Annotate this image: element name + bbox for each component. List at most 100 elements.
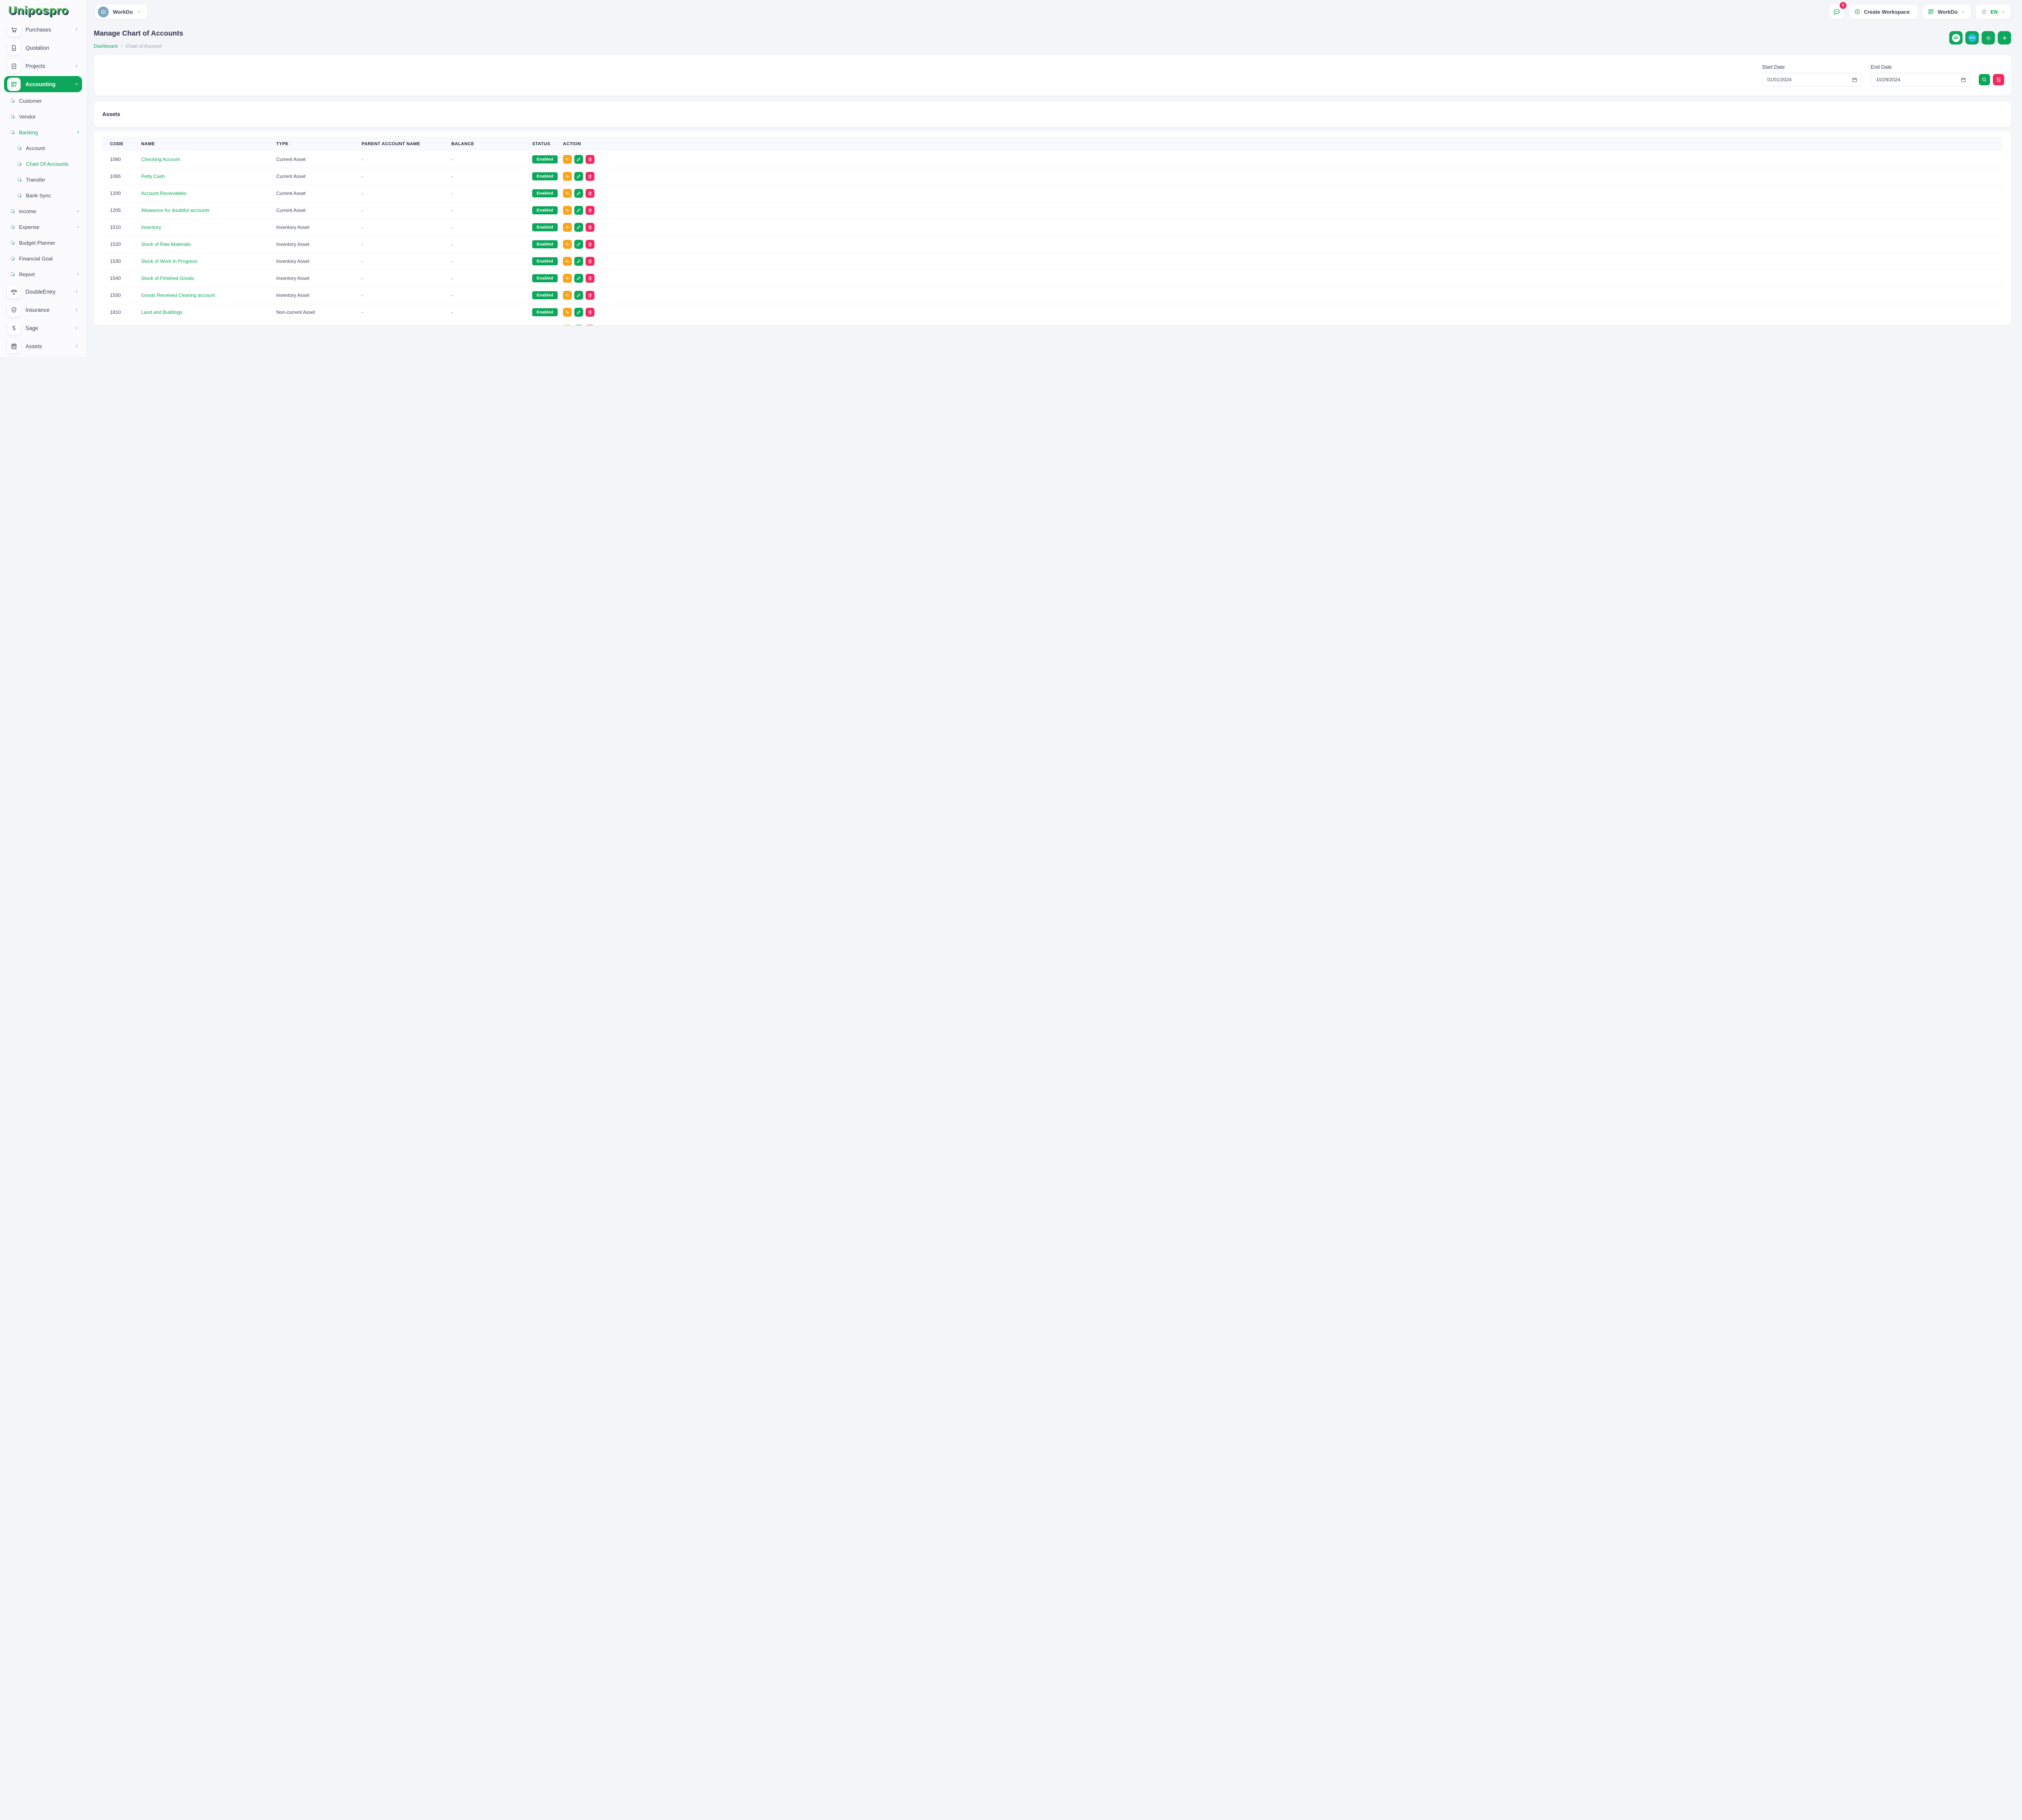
status-badge[interactable]: Enabled (532, 206, 558, 214)
status-badge[interactable]: Enabled (532, 155, 558, 163)
quickbooks-button[interactable]: qb (1949, 31, 1963, 44)
status-badge[interactable]: Enabled (532, 240, 558, 248)
end-date-input[interactable]: 10/29/2024 (1871, 73, 1971, 87)
sidebar-item-report[interactable]: Report (4, 268, 82, 281)
chevron-right-icon (76, 130, 80, 135)
app-logo[interactable]: Unipospro (0, 0, 86, 20)
sidebar-item-chart-of-accounts[interactable]: Chart Of Accounts (4, 157, 82, 170)
edit-button[interactable] (574, 223, 583, 232)
end-date-label: End Date (1871, 64, 1971, 70)
sidebar-item-projects[interactable]: Projects (4, 58, 82, 74)
bullet-icon (10, 129, 15, 135)
delete-button[interactable] (586, 189, 594, 198)
sidebar-item-accounting[interactable]: Accounting (4, 76, 82, 92)
calendar-icon[interactable] (1961, 77, 1966, 83)
activity-button[interactable] (563, 155, 572, 164)
account-name-link[interactable]: Goods Received Clearing account (141, 292, 215, 298)
search-button[interactable] (1979, 74, 1990, 85)
activity-button[interactable] (563, 206, 572, 215)
sidebar-item-income[interactable]: Income (4, 205, 82, 218)
account-name-link[interactable]: Checking Account (141, 157, 180, 162)
status-badge[interactable]: Enabled (532, 172, 558, 180)
activity-button[interactable] (563, 274, 572, 283)
sidebar-item-expense[interactable]: Expense (4, 220, 82, 233)
edit-button[interactable] (574, 206, 583, 215)
file-slash-icon (1996, 77, 2001, 83)
create-workspace-button[interactable]: Create Workspace (1849, 4, 1918, 19)
cell-code: 1810 (102, 304, 141, 321)
edit-button[interactable] (574, 189, 583, 198)
xero-button[interactable]: xero (1965, 31, 1979, 44)
delete-button[interactable] (586, 172, 594, 181)
status-badge[interactable]: Enabled (532, 291, 558, 299)
activity-button[interactable] (563, 257, 572, 266)
delete-button[interactable] (586, 223, 594, 232)
edit-button[interactable] (574, 257, 583, 266)
breadcrumb: Dashboard › Chart of Account (94, 43, 183, 49)
pencil-icon (576, 208, 581, 213)
sidebar-item-label: Account (26, 145, 82, 151)
account-name-link[interactable]: Stock of Finished Goods (141, 275, 194, 281)
account-name-link[interactable]: Stock of Work In Progress (141, 258, 197, 264)
account-name-link[interactable]: Allowance for doubtful accounts (141, 207, 209, 213)
status-badge[interactable]: Enabled (532, 189, 558, 197)
status-badge[interactable]: Enabled (532, 274, 558, 282)
edit-button[interactable] (574, 291, 583, 300)
start-date-input[interactable]: 01/01/2024 (1762, 73, 1862, 87)
account-name-link[interactable]: Account Receivables (141, 190, 186, 196)
sidebar-item-banking[interactable]: Banking (4, 126, 82, 139)
reset-filter-button[interactable] (1993, 74, 2004, 85)
sidebar-item-sage[interactable]: Sage (4, 320, 82, 336)
sidebar-item-assets[interactable]: Assets (4, 338, 82, 354)
sidebar-item-financial-goal[interactable]: Financial Goal (4, 252, 82, 265)
account-name-link[interactable]: Land and Buildings (141, 309, 182, 315)
sidebar-item-account[interactable]: Account (4, 142, 82, 154)
account-name-link[interactable]: Petty Cash (141, 174, 165, 179)
sidebar-item-bank-sync[interactable]: Bank Sync (4, 189, 82, 202)
sidebar-item-budget-planner[interactable]: Budget Planner (4, 236, 82, 249)
sidebar-item-transfer[interactable]: Transfer (4, 173, 82, 186)
activity-button[interactable] (563, 223, 572, 232)
delete-button[interactable] (586, 155, 594, 164)
delete-button[interactable] (586, 206, 594, 215)
settings-button[interactable] (1982, 31, 1995, 44)
delete-button[interactable] (586, 308, 594, 317)
language-selector[interactable]: EN (1975, 4, 2011, 19)
cell-type: Inventory Asset (276, 236, 362, 253)
edit-button[interactable] (574, 172, 583, 181)
messages-button[interactable]: 0 (1829, 4, 1844, 19)
status-badge[interactable]: Enabled (532, 257, 558, 265)
activity-button[interactable] (563, 240, 572, 249)
edit-button[interactable] (574, 274, 583, 283)
workspace-selector[interactable]: WorkDo (95, 4, 148, 19)
sidebar-item-vendor[interactable]: Vendor (4, 110, 82, 123)
account-name-link[interactable]: Stock of Raw Materials (141, 241, 191, 247)
edit-button[interactable] (574, 308, 583, 317)
add-account-button[interactable] (1998, 31, 2011, 44)
delete-button[interactable] (586, 291, 594, 300)
sidebar-item-label: DoubleEntry (25, 289, 74, 295)
activity-button[interactable] (563, 189, 572, 198)
activity-button[interactable] (563, 308, 572, 317)
activity-icon (565, 293, 570, 298)
calendar-icon[interactable] (1852, 77, 1857, 83)
edit-button[interactable] (574, 155, 583, 164)
sidebar-item-customer[interactable]: Customer (4, 94, 82, 107)
workdo-menu[interactable]: WorkDo (1923, 4, 1971, 19)
edit-button[interactable] (574, 240, 583, 249)
sidebar-item-purchases[interactable]: Purchases (4, 21, 82, 38)
status-badge[interactable]: Enabled (532, 223, 558, 231)
globe-icon (1981, 8, 1987, 15)
sidebar-item-doubleentry[interactable]: DoubleEntry (4, 284, 82, 300)
breadcrumb-dashboard-link[interactable]: Dashboard (94, 43, 118, 49)
delete-button[interactable] (586, 240, 594, 249)
delete-button[interactable] (586, 274, 594, 283)
activity-button[interactable] (563, 291, 572, 300)
account-name-link[interactable]: Inventory (141, 224, 161, 230)
table-row: 1060 Checking Account Current Asset - - … (102, 151, 2003, 168)
sidebar-item-insurance[interactable]: Insurance (4, 302, 82, 318)
sidebar-item-quotation[interactable]: Quotation (4, 40, 82, 56)
delete-button[interactable] (586, 257, 594, 266)
activity-button[interactable] (563, 172, 572, 181)
status-badge[interactable]: Enabled (532, 308, 558, 316)
